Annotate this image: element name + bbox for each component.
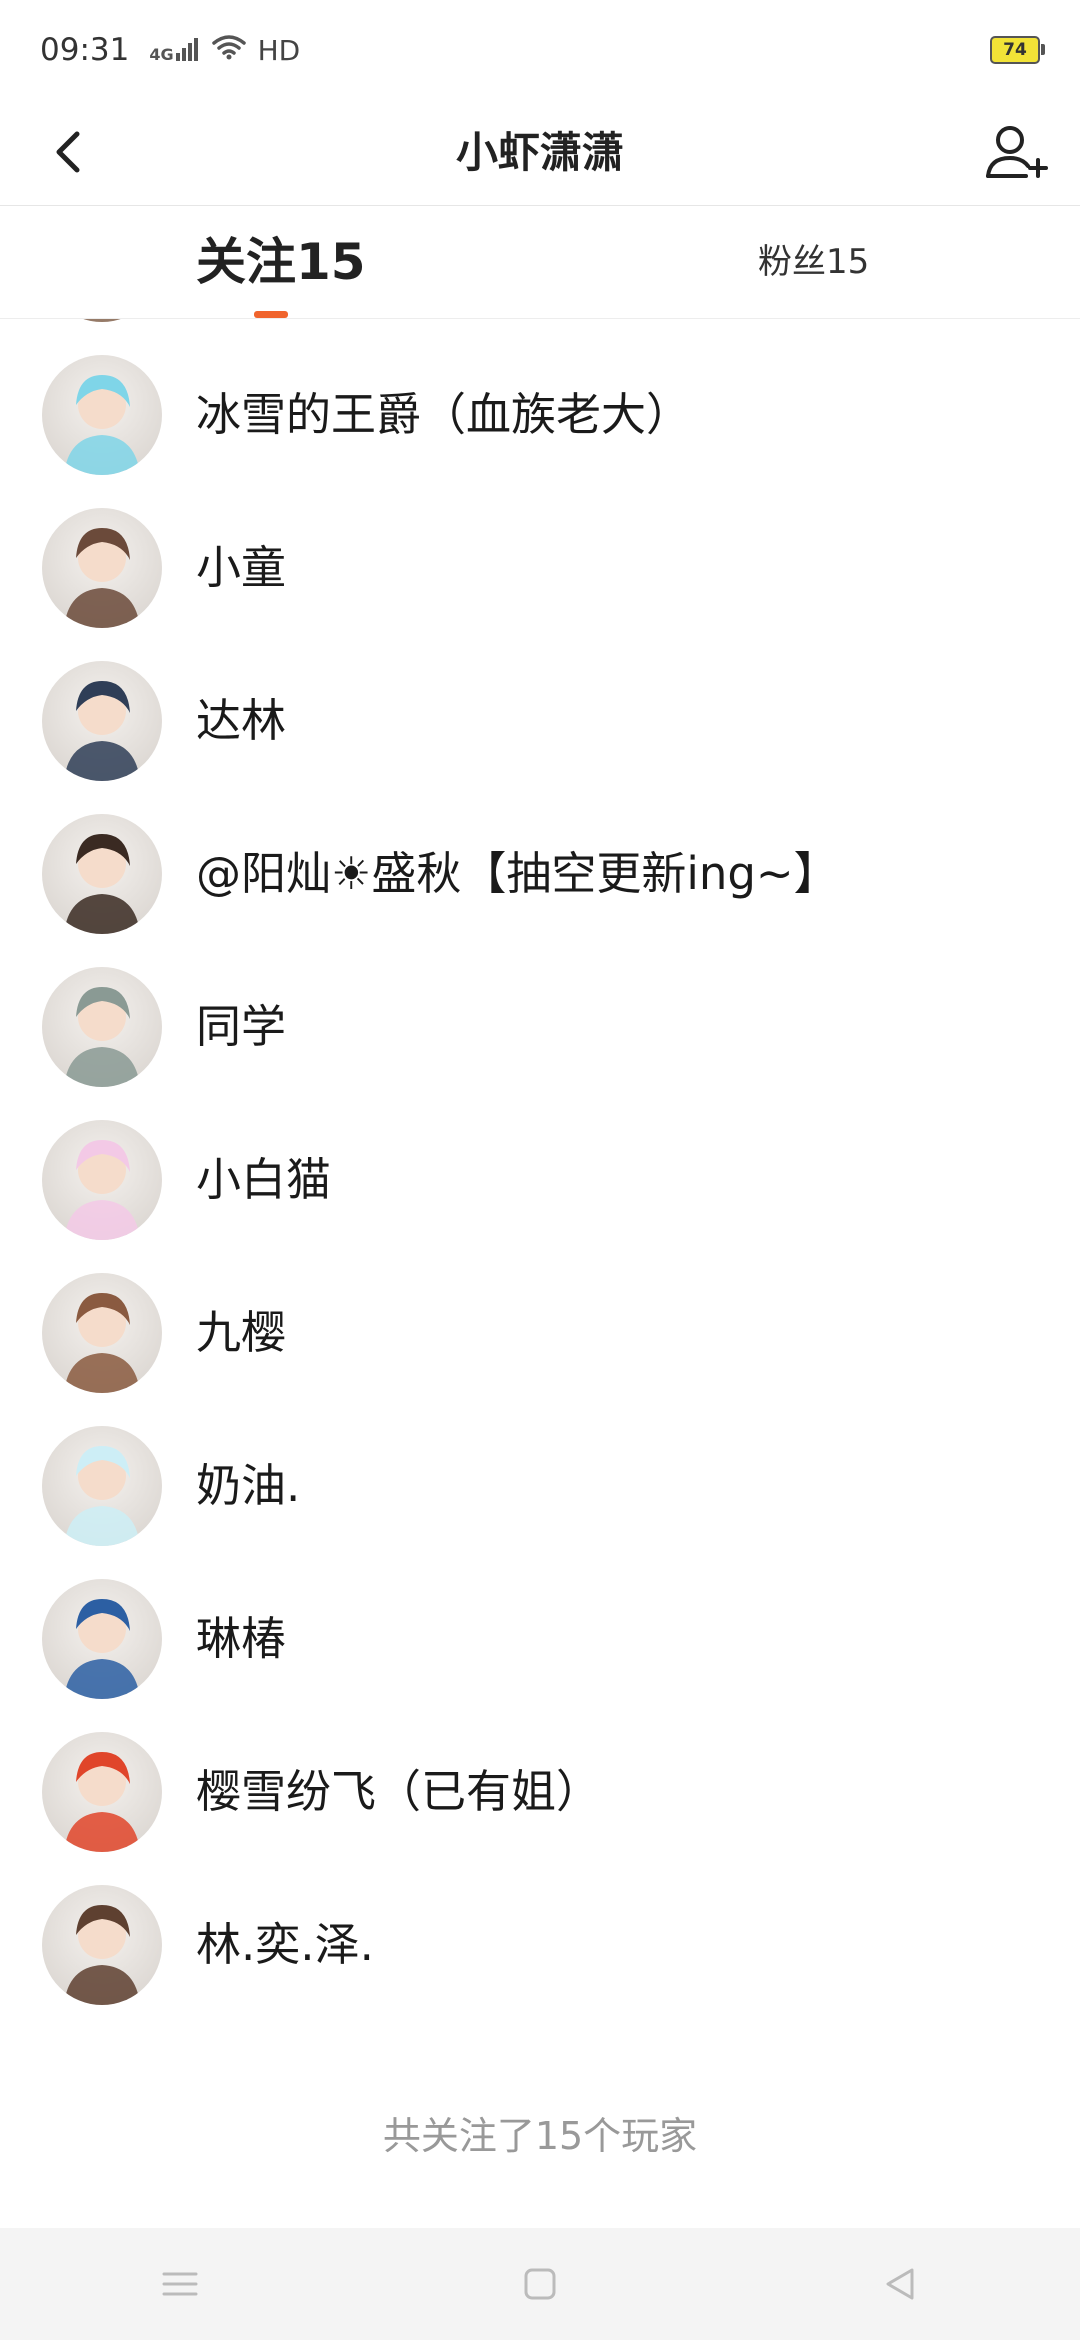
status-left: 09:31 4G HD: [40, 32, 300, 68]
list-item[interactable]: 奶油.: [0, 1394, 1080, 1547]
list-item[interactable]: 樱雪纷飞（已有姐）: [0, 1700, 1080, 1853]
home-button[interactable]: [500, 2244, 580, 2324]
header: 小虾潇潇: [0, 100, 1080, 206]
user-name: 奶油.: [196, 1459, 301, 1512]
menu-icon: [162, 2272, 198, 2296]
status-bar: 09:31 4G HD 74: [0, 0, 1080, 100]
avatar[interactable]: [42, 967, 162, 1087]
back-nav-button[interactable]: [860, 2244, 940, 2324]
list-item[interactable]: 小白猫: [0, 1088, 1080, 1241]
user-name: @阳灿☀盛秋【抽空更新ing~】: [196, 847, 839, 900]
avatar[interactable]: [42, 355, 162, 475]
user-name: 小童: [196, 541, 287, 594]
back-arrow-icon: [56, 131, 80, 173]
wifi-icon: [211, 33, 246, 68]
footer-note: 共关注了15个玩家: [382, 2114, 698, 2158]
list-item[interactable]: 冰雪的王爵（血族老大）: [0, 323, 1080, 476]
avatar[interactable]: [42, 1426, 162, 1546]
avatar[interactable]: [42, 1885, 162, 2005]
status-time: 09:31: [40, 32, 130, 68]
avatar[interactable]: [42, 661, 162, 781]
signal-icon: 4G: [141, 37, 199, 63]
battery-icon: 74: [990, 36, 1045, 64]
list-item[interactable]: 达林: [0, 629, 1080, 782]
user-name: 林.奕.泽.: [196, 1918, 374, 1971]
add-user-icon: [986, 126, 1048, 178]
network-type: 4G: [149, 45, 174, 64]
following-list: 清夜『五人十』冰雪的王爵（血族老大）小童达林@阳灿☀盛秋【抽空更新ing~】同学…: [0, 318, 1080, 2228]
user-name: 达林: [196, 694, 287, 747]
system-nav-bar: [0, 2228, 1080, 2340]
user-name: 同学: [196, 1000, 287, 1053]
add-friend-button[interactable]: [980, 116, 1052, 188]
battery-level: 74: [1003, 40, 1027, 60]
user-name: 冰雪的王爵（血族老大）: [196, 388, 692, 441]
avatar[interactable]: [42, 1273, 162, 1393]
list-item[interactable]: 九樱: [0, 1241, 1080, 1394]
back-triangle-icon: [886, 2268, 914, 2300]
list-item[interactable]: 琳椿: [0, 1547, 1080, 1700]
user-name: 琳椿: [196, 1612, 287, 1665]
user-name: 小白猫: [196, 1153, 332, 1206]
user-name: 樱雪纷飞（已有姐）: [196, 1765, 602, 1818]
tab-following[interactable]: 关注15: [196, 206, 366, 318]
list-item[interactable]: 林.奕.泽.: [0, 1853, 1080, 2006]
tab-fans[interactable]: 粉丝15: [758, 206, 869, 318]
following-list-inner: 清夜『五人十』冰雪的王爵（血族老大）小童达林@阳灿☀盛秋【抽空更新ing~】同学…: [0, 318, 1080, 2006]
list-item[interactable]: @阳灿☀盛秋【抽空更新ing~】: [0, 782, 1080, 935]
tab-bar: 关注15 粉丝15: [0, 206, 1080, 319]
screen: 09:31 4G HD 74 小虾潇潇 关注15 粉丝15 冰雪的王爵（血族老大…: [0, 0, 1080, 2340]
home-square-icon: [524, 2268, 556, 2300]
menu-button[interactable]: [140, 2244, 220, 2324]
avatar[interactable]: [42, 1732, 162, 1852]
avatar[interactable]: [42, 1579, 162, 1699]
tab-indicator: [254, 311, 288, 318]
avatar[interactable]: [42, 814, 162, 934]
back-button[interactable]: [40, 122, 100, 182]
hd-indicator: HD: [257, 33, 301, 67]
user-name: 九樱: [196, 1306, 287, 1359]
list-item[interactable]: 同学: [0, 935, 1080, 1088]
list-item[interactable]: 小童: [0, 476, 1080, 629]
avatar[interactable]: [42, 1120, 162, 1240]
avatar[interactable]: [42, 508, 162, 628]
page-title: 小虾潇潇: [455, 128, 624, 177]
